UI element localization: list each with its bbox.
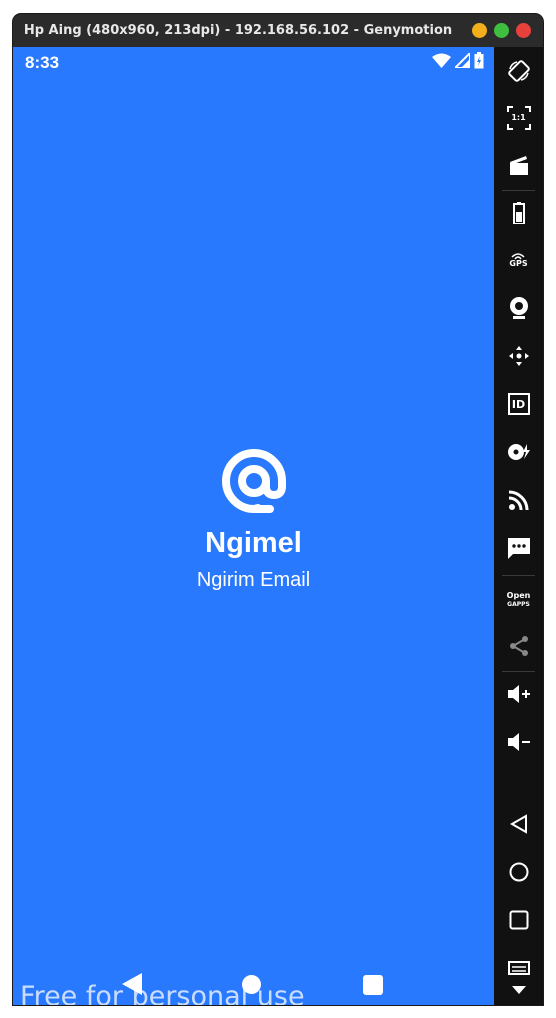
gps-tool[interactable]: GPS — [494, 243, 543, 277]
gps-label: GPS — [509, 259, 528, 268]
triangle-back-icon — [509, 814, 527, 834]
rotate-tool[interactable] — [494, 54, 543, 88]
emulator-window: Hp Aing (480x960, 213dpi) - 192.168.56.1… — [13, 14, 543, 1005]
clapperboard-icon — [509, 156, 528, 175]
chevron-down-icon — [511, 986, 526, 994]
message-icon — [507, 538, 530, 559]
volume-up-tool[interactable] — [494, 677, 543, 711]
disk-io-tool[interactable] — [494, 435, 543, 469]
webcam-icon — [509, 297, 528, 319]
volume-up-icon — [507, 685, 530, 703]
share-icon — [509, 636, 528, 656]
id-icon: ID — [507, 393, 530, 415]
rss-icon — [508, 490, 528, 510]
move-tool[interactable] — [494, 339, 543, 373]
wifi-icon — [432, 53, 451, 68]
app-name: Ngimel — [205, 527, 302, 559]
minimize-button[interactable] — [472, 23, 487, 38]
close-button[interactable] — [516, 23, 531, 38]
home-tool[interactable] — [494, 855, 543, 889]
toolbar-separator — [502, 575, 535, 576]
recent-apps-tool[interactable] — [494, 903, 543, 937]
menu-icon — [507, 961, 530, 975]
square-recent-icon — [509, 910, 528, 930]
back-tool[interactable] — [494, 807, 543, 841]
device-id-tool[interactable]: ID — [494, 387, 543, 421]
window-title: Hp Aing (480x960, 213dpi) - 192.168.56.1… — [23, 23, 453, 38]
volume-down-icon — [507, 733, 530, 751]
circle-home-icon — [509, 862, 528, 882]
opengapps-tool[interactable]: Open GAPPS — [494, 583, 543, 617]
rotate-icon — [507, 60, 530, 82]
nav-recent-icon[interactable] — [363, 975, 383, 995]
cast-tool[interactable] — [494, 483, 543, 517]
opengapps-label-line1: Open — [506, 591, 531, 600]
capture-tool[interactable] — [494, 148, 543, 182]
status-icons — [432, 52, 484, 69]
volume-down-tool[interactable] — [494, 725, 543, 759]
battery-tool[interactable] — [494, 196, 543, 230]
dpad-icon — [508, 346, 529, 366]
device-screen[interactable]: 8:33 Ngimel Ngirim Email Free for person… — [13, 47, 494, 1005]
pixel-label: 1:1 — [511, 113, 526, 122]
camera-tool[interactable] — [494, 291, 543, 325]
sms-tool[interactable] — [494, 531, 543, 565]
disk-icon — [507, 444, 530, 460]
battery-icon — [512, 202, 525, 224]
maximize-button[interactable] — [494, 23, 509, 38]
battery-icon — [474, 52, 484, 69]
genymotion-toolbar: 1:1 GPS ID Open GAPPS — [494, 47, 543, 1005]
at-sign-icon — [222, 449, 286, 513]
toolbar-scroll-down[interactable] — [494, 977, 543, 1003]
watermark: Free for personal use — [20, 981, 305, 1005]
signal-icon — [455, 53, 470, 68]
app-subtitle: Ngirim Email — [196, 569, 311, 591]
toolbar-separator — [502, 190, 535, 191]
pixel-perfect-tool[interactable]: 1:1 — [494, 101, 543, 135]
window-titlebar[interactable]: Hp Aing (480x960, 213dpi) - 192.168.56.1… — [13, 14, 543, 47]
opengapps-label-line2: GAPPS — [507, 601, 530, 608]
id-label: ID — [511, 397, 526, 411]
toolbar-separator — [502, 671, 535, 672]
status-time: 8:33 — [25, 53, 60, 72]
share-tool[interactable] — [494, 629, 543, 663]
